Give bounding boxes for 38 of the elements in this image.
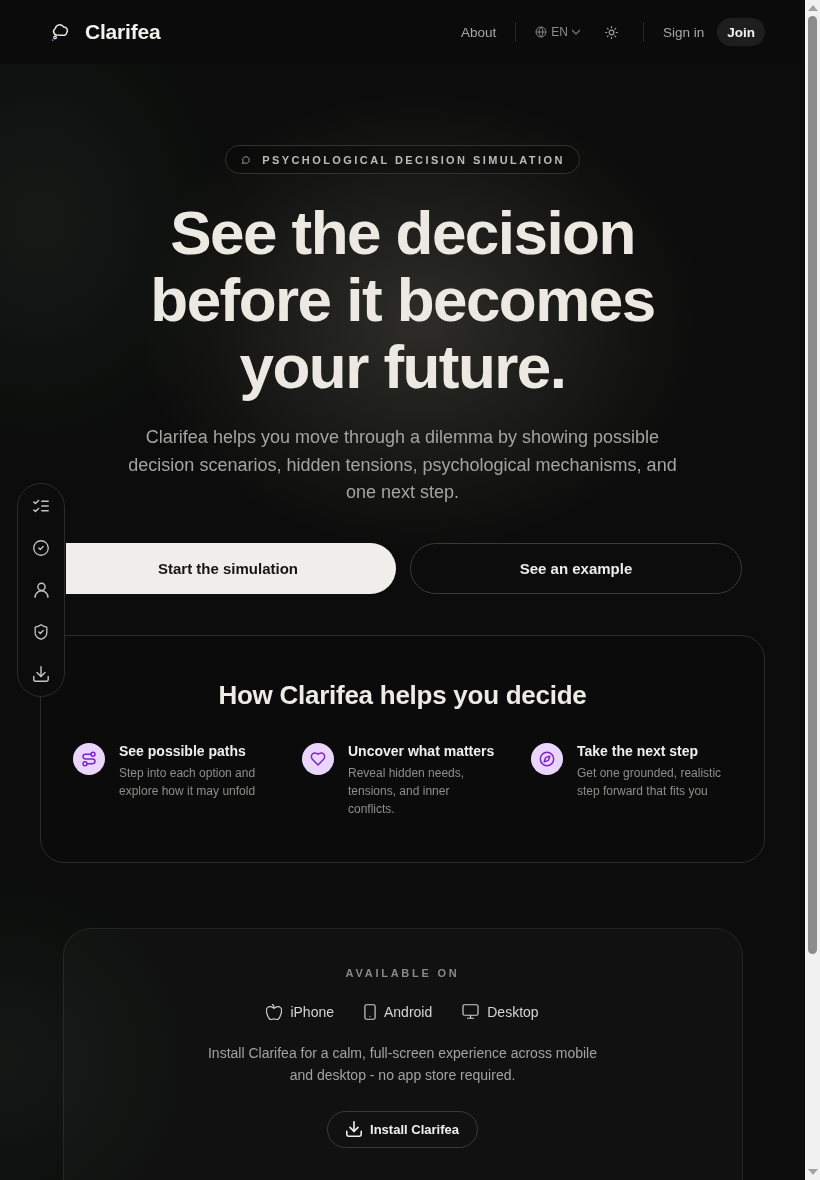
section-title: How Clarifea helps you decide [217, 678, 588, 711]
platform-label: Desktop [487, 1002, 539, 1022]
monitor-icon [462, 1004, 480, 1019]
hero-headline: See the decision before it becomes your future. [149, 199, 656, 400]
hero-description: Clarifea helps you move through a dilemma by showing possible decision scenarios, hidden tensions, psychological mechanisms, and one next step. [127, 426, 678, 504]
feature-title: Uncover what matters [348, 742, 495, 760]
globe-icon [535, 26, 548, 38]
user-icon[interactable] [33, 582, 49, 598]
start-simulation-button[interactable]: Start the simulation [66, 542, 396, 594]
smartphone-icon [364, 1003, 376, 1020]
tagline-text: PSYCHOLOGICAL DECISION SIMULATION [262, 153, 565, 166]
nav-link[interactable]: About [461, 24, 497, 40]
platform-label: iPhone [290, 1002, 334, 1022]
feature-description: Get one grounded, realistic step forward that fits you [577, 764, 722, 800]
feature-description: Step into each option and explore how it may unfold [119, 764, 257, 800]
download-icon[interactable] [33, 666, 49, 682]
feature-description: Reveal hidden needs, tensions, and inner conflicts. [348, 764, 466, 818]
sign-in-link[interactable]: Sign in [662, 24, 705, 40]
shield-check-icon[interactable] [34, 624, 48, 640]
apple-icon [266, 1003, 283, 1020]
download-icon [346, 1121, 363, 1137]
checklist-icon[interactable] [33, 498, 49, 514]
thought-bubble-icon[interactable] [50, 23, 70, 41]
route-icon [73, 742, 105, 775]
install-description: Install Clarifea for a calm, full-screen experience across mobile and desktop - no app store required. [206, 1043, 598, 1085]
availability-label: AVAILABLE ON [345, 965, 460, 980]
speech-bubble-icon [242, 155, 251, 164]
join-button[interactable]: Join [717, 18, 765, 46]
check-circle-icon[interactable] [33, 540, 49, 556]
scrollbar-thumb[interactable] [808, 16, 817, 954]
platform-label: Android [384, 1002, 433, 1022]
feature-title: Take the next step [577, 742, 700, 760]
compass-icon [531, 742, 563, 775]
brand-name[interactable]: Clarifea [85, 20, 161, 44]
chevron-down-icon [571, 29, 580, 35]
sun-icon[interactable] [604, 25, 618, 39]
feature-title: See possible paths [119, 742, 247, 760]
language-button[interactable]: EN [535, 25, 580, 39]
